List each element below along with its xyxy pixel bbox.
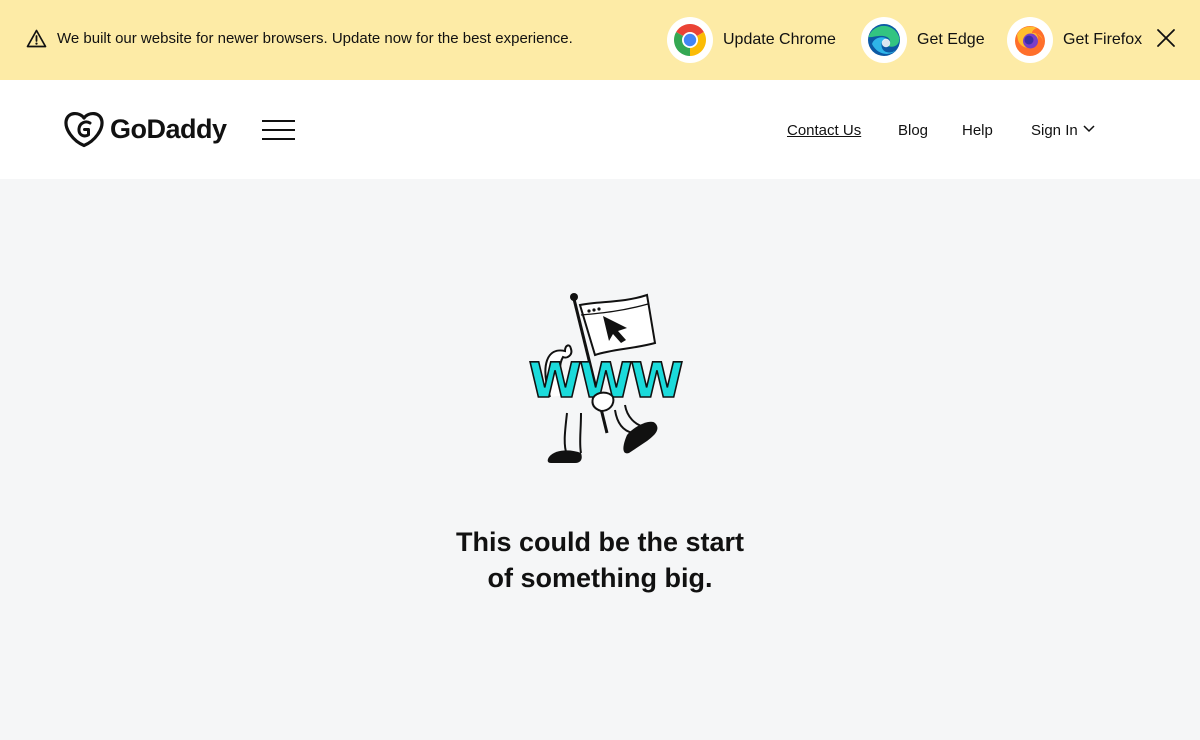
hero-headline: This could be the start of something big…	[455, 527, 745, 593]
banner-message-text: We built our website for newer browsers.…	[57, 30, 573, 47]
godaddy-logo[interactable]: GoDaddy	[64, 110, 227, 148]
site-header: GoDaddy Contact Us Blog Help Sign In	[0, 80, 1200, 179]
get-edge-link[interactable]: Get Edge	[861, 17, 985, 63]
firefox-icon	[1007, 17, 1053, 63]
sign-in-label: Sign In	[1031, 122, 1078, 139]
hero-section: WWW This could be the start of something…	[0, 179, 1200, 740]
nav-sign-in[interactable]: Sign In	[1031, 122, 1095, 139]
get-edge-label: Get Edge	[917, 31, 985, 48]
close-icon[interactable]	[1155, 27, 1177, 49]
www-flag-illustration: WWW	[528, 293, 685, 463]
get-firefox-link[interactable]: Get Firefox	[1007, 17, 1142, 63]
banner-message: We built our website for newer browsers.…	[26, 29, 573, 48]
browser-update-banner: We built our website for newer browsers.…	[0, 0, 1200, 80]
update-chrome-label: Update Chrome	[723, 31, 836, 48]
nav-contact-us[interactable]: Contact Us	[787, 122, 861, 139]
edge-icon	[861, 17, 907, 63]
brand-name: GoDaddy	[110, 113, 227, 144]
update-chrome-link[interactable]: Update Chrome	[667, 17, 836, 63]
hamburger-menu-icon[interactable]	[262, 120, 295, 140]
chevron-down-icon	[1083, 124, 1095, 132]
chrome-icon	[667, 17, 713, 63]
nav-blog[interactable]: Blog	[898, 122, 928, 139]
godaddy-heart-icon	[64, 112, 104, 148]
nav-help[interactable]: Help	[962, 122, 993, 139]
get-firefox-label: Get Firefox	[1063, 31, 1143, 48]
warning-triangle-icon	[26, 29, 47, 48]
